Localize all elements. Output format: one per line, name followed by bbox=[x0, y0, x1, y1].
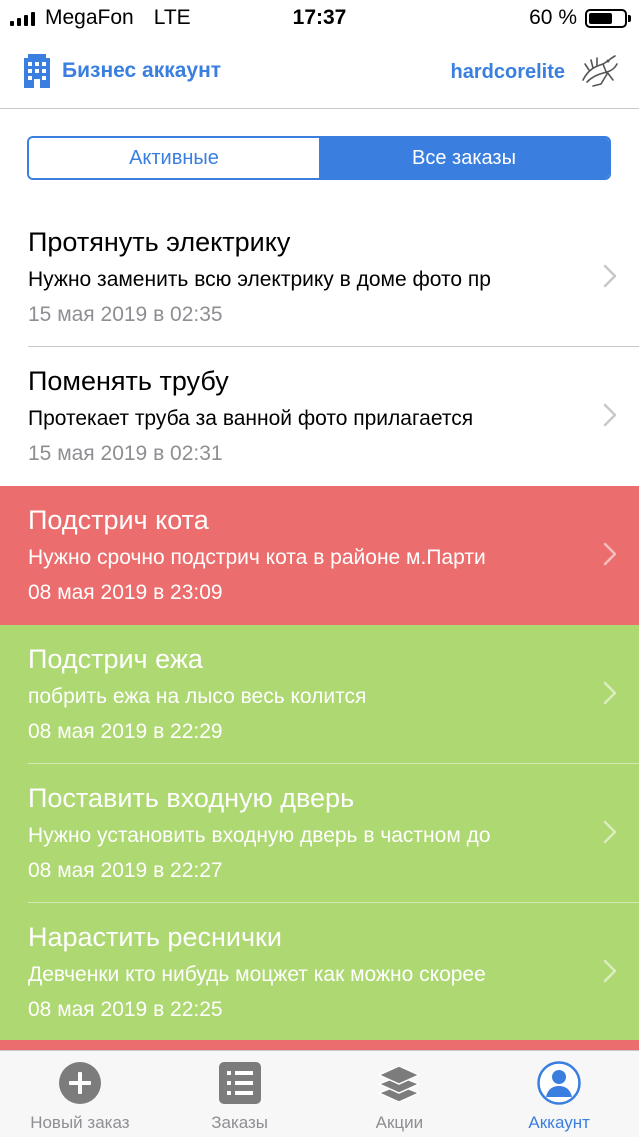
plus-circle-icon bbox=[58, 1062, 101, 1104]
order-date: 08 мая 2019 в 23:09 bbox=[28, 581, 223, 604]
chevron-right-icon bbox=[603, 264, 617, 288]
status-right: 60 % bbox=[529, 6, 631, 30]
chevron-right-icon bbox=[603, 820, 617, 844]
tab-orders[interactable]: Заказы bbox=[160, 1051, 320, 1137]
nav-bar: Бизнес аккаунт hardcorelite bbox=[0, 38, 639, 109]
order-title: Протянуть электрику bbox=[28, 227, 291, 257]
tab-account[interactable]: Аккаунт bbox=[479, 1051, 639, 1137]
tab-promotions[interactable]: Акции bbox=[320, 1051, 480, 1137]
tab-label: Аккаунт bbox=[528, 1113, 590, 1132]
list-item[interactable]: Подстрич кота Нужно срочно подстрич кота… bbox=[0, 486, 639, 625]
list-item[interactable]: Протянуть электрику Нужно заменить всю э… bbox=[0, 208, 639, 347]
chevron-right-icon bbox=[603, 403, 617, 427]
order-title: Поменять трубу bbox=[28, 366, 229, 396]
chevron-right-icon bbox=[603, 542, 617, 566]
nav-username: hardcorelite bbox=[450, 60, 565, 83]
order-description: Нужно срочно подстрич кота в районе м.Па… bbox=[28, 546, 486, 569]
chevron-right-icon bbox=[603, 681, 617, 705]
nav-title: Бизнес аккаунт bbox=[62, 59, 222, 82]
orders-filter-segmented: Активные Все заказы bbox=[27, 136, 611, 180]
chevron-right-icon bbox=[603, 959, 617, 983]
building-icon bbox=[24, 54, 50, 88]
business-account-link[interactable]: Бизнес аккаунт bbox=[24, 54, 221, 88]
order-title: Нарастить реснички bbox=[28, 922, 282, 952]
tab-new-order[interactable]: Новый заказ bbox=[0, 1051, 160, 1137]
order-description: Нужно установить входную дверь в частном… bbox=[28, 824, 491, 847]
order-title: Подстрич кота bbox=[28, 505, 209, 535]
segment-all-orders[interactable]: Все заказы bbox=[319, 138, 609, 178]
battery-percent: 60 % bbox=[529, 6, 577, 29]
order-date: 15 мая 2019 в 02:31 bbox=[28, 442, 223, 465]
orders-list: Протянуть электрику Нужно заменить всю э… bbox=[0, 208, 639, 1042]
order-description: Протекает труба за ванной фото прилагает… bbox=[28, 407, 474, 430]
person-icon bbox=[537, 1061, 581, 1105]
order-title: Поставить входную дверь bbox=[28, 783, 355, 813]
avatar bbox=[582, 55, 618, 87]
list-item[interactable]: Поставить входную дверь Нужно установить… bbox=[0, 764, 639, 903]
order-date: 08 мая 2019 в 22:25 bbox=[28, 998, 223, 1021]
order-title: Подстрич ежа bbox=[28, 644, 203, 674]
segment-active[interactable]: Активные bbox=[29, 138, 319, 178]
order-date: 15 мая 2019 в 02:35 bbox=[28, 303, 223, 326]
tab-label: Новый заказ bbox=[30, 1113, 130, 1132]
order-date: 08 мая 2019 в 22:29 bbox=[28, 720, 223, 743]
list-icon bbox=[218, 1062, 261, 1104]
order-description: Нужно заменить всю электрику в доме фото… bbox=[28, 268, 491, 291]
list-item[interactable]: Нарастить реснички Девченки кто нибудь м… bbox=[0, 903, 639, 1042]
status-bar: MegaFon LTE 17:37 60 % bbox=[0, 0, 639, 38]
battery-icon bbox=[585, 8, 631, 28]
tab-label: Акции bbox=[375, 1113, 424, 1132]
user-profile-link[interactable]: hardcorelite bbox=[451, 50, 621, 94]
order-description: Девченки кто нибудь моцжет как можно ско… bbox=[28, 963, 486, 986]
list-item[interactable]: Подстрич ежа побрить ежа на лысо весь ко… bbox=[0, 625, 639, 764]
tab-label: Заказы bbox=[211, 1113, 269, 1132]
list-item[interactable]: Поменять трубу Протекает труба за ванной… bbox=[0, 347, 639, 486]
layers-icon bbox=[377, 1065, 422, 1103]
order-date: 08 мая 2019 в 22:27 bbox=[28, 859, 223, 882]
tab-bar: Новый заказ Заказы Акции Аккаунт bbox=[0, 1050, 639, 1137]
order-description: побрить ежа на лысо весь колится bbox=[28, 685, 367, 708]
